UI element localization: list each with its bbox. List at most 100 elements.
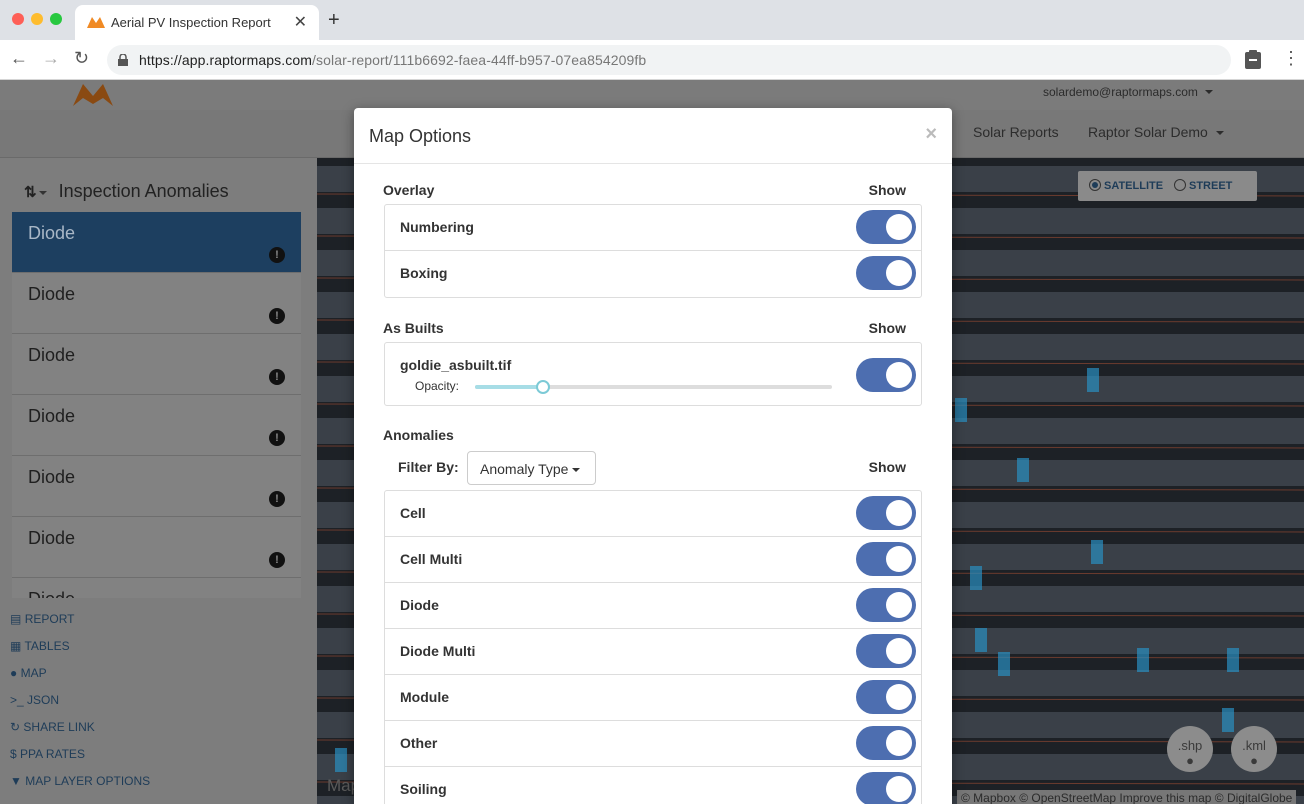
anomaly-marker[interactable] xyxy=(1222,708,1234,732)
raptormaps-logo-icon[interactable] xyxy=(73,82,113,106)
anomaly-row-soiling: Soiling xyxy=(385,767,921,804)
module-toggle[interactable] xyxy=(856,680,916,714)
maximize-window-icon[interactable] xyxy=(50,13,62,25)
new-tab-button[interactable]: + xyxy=(328,9,340,32)
anomaly-marker[interactable] xyxy=(1227,648,1239,672)
boxing-toggle[interactable] xyxy=(856,256,916,290)
exclamation-icon: ! xyxy=(269,369,285,385)
as-builts-section-title: As Builts xyxy=(383,320,444,336)
download-kml-button[interactable]: .kml ● xyxy=(1231,726,1277,772)
opacity-slider-handle[interactable] xyxy=(535,380,550,394)
list-item[interactable]: Diode! xyxy=(12,212,301,273)
anomaly-marker[interactable] xyxy=(1087,368,1099,392)
anomaly-row-other: Other xyxy=(385,721,921,767)
address-bar[interactable]: https://app.raptormaps.com/solar-report/… xyxy=(107,45,1231,75)
raptormaps-favicon-icon xyxy=(87,17,105,28)
nav-solar-reports[interactable]: Solar Reports xyxy=(973,124,1059,140)
anomaly-row-diode: Diode xyxy=(385,583,921,629)
anomaly-marker[interactable] xyxy=(998,652,1010,676)
modal-title: Map Options xyxy=(369,126,472,146)
sidebar-link-map[interactable]: ● MAP xyxy=(10,666,150,693)
anomaly-marker[interactable] xyxy=(1017,458,1029,482)
opacity-slider[interactable] xyxy=(475,380,832,394)
anomaly-type-group: Cell Cell Multi Diode Diode Multi Module… xyxy=(384,490,922,804)
back-icon[interactable]: ← xyxy=(10,48,28,69)
clipboard-icon[interactable] xyxy=(1245,50,1261,69)
tab-title: Aerial PV Inspection Report xyxy=(111,15,271,30)
close-icon[interactable]: × xyxy=(925,123,937,146)
map-attribution[interactable]: © Mapbox © OpenStreetMap Improve this ma… xyxy=(957,790,1297,804)
browser-tab-strip: Aerial PV Inspection Report ✕ + xyxy=(0,0,1304,40)
list-item[interactable]: Diode! xyxy=(12,517,301,578)
table-icon: ▦ xyxy=(10,639,22,653)
sort-icon[interactable]: ⇅ xyxy=(24,184,47,201)
show-column-header: Show xyxy=(868,320,906,336)
exclamation-icon: ! xyxy=(269,552,285,568)
opacity-slider-fill xyxy=(475,385,543,389)
dollar-icon: $ xyxy=(10,747,17,761)
exclamation-icon: ! xyxy=(269,247,285,263)
overlay-section-title: Overlay xyxy=(383,182,435,198)
basemap-switcher: SATELLITE STREET xyxy=(1078,171,1257,201)
anomaly-row-cell: Cell xyxy=(385,491,921,537)
list-item[interactable]: Diode xyxy=(12,578,301,598)
sidebar-links: ▤ REPORT ▦ TABLES ● MAP >_ JSON ↻ SHARE … xyxy=(10,612,150,801)
list-item[interactable]: Diode! xyxy=(12,395,301,456)
other-toggle[interactable] xyxy=(856,726,916,760)
basemap-street[interactable]: STREET xyxy=(1174,179,1232,192)
anomaly-filter-dropdown[interactable]: Anomaly Type xyxy=(467,451,596,485)
anomaly-marker[interactable] xyxy=(970,566,982,590)
sidebar-link-json[interactable]: >_ JSON xyxy=(10,693,150,720)
list-item[interactable]: Diode! xyxy=(12,334,301,395)
as-builts-group: goldie_asbuilt.tif Opacity: xyxy=(384,342,922,406)
diode-toggle[interactable] xyxy=(856,588,916,622)
basemap-satellite[interactable]: SATELLITE xyxy=(1089,179,1163,192)
show-column-header: Show xyxy=(868,182,906,198)
anomaly-marker[interactable] xyxy=(955,398,967,422)
reload-icon[interactable]: ↻ xyxy=(74,48,89,69)
exclamation-icon: ! xyxy=(269,491,285,507)
numbering-toggle[interactable] xyxy=(856,210,916,244)
filter-by-label: Filter By: xyxy=(398,459,459,475)
radio-icon xyxy=(1174,179,1186,191)
map-options-modal: Map Options × Overlay Show Numbering Box… xyxy=(354,108,952,804)
anomaly-marker[interactable] xyxy=(975,628,987,652)
close-window-icon[interactable] xyxy=(12,13,24,25)
browser-toolbar: ← → ↻ https://app.raptormaps.com/solar-r… xyxy=(0,40,1304,80)
soiling-toggle[interactable] xyxy=(856,772,916,804)
chevron-down-icon xyxy=(572,468,581,472)
cell-multi-toggle[interactable] xyxy=(856,542,916,576)
sidebar-link-tables[interactable]: ▦ TABLES xyxy=(10,639,150,666)
anomaly-marker[interactable] xyxy=(1137,648,1149,672)
anomalies-section-title: Anomalies xyxy=(383,427,454,443)
list-item[interactable]: Diode! xyxy=(12,456,301,517)
sidebar-title: ⇅ Inspection Anomalies xyxy=(24,181,229,201)
chevron-down-icon xyxy=(1205,90,1214,94)
report-icon: ▤ xyxy=(10,612,22,626)
chevron-down-icon xyxy=(1215,131,1224,135)
anomaly-marker[interactable] xyxy=(1091,540,1103,564)
browser-menu-icon[interactable]: ⋮ xyxy=(1282,48,1300,69)
sidebar-link-ppa-rates[interactable]: $ PPA RATES xyxy=(10,747,150,774)
minimize-window-icon[interactable] xyxy=(31,13,43,25)
terminal-icon: >_ xyxy=(10,693,24,707)
url-text: https://app.raptormaps.com/solar-report/… xyxy=(139,52,647,68)
cell-toggle[interactable] xyxy=(856,496,916,530)
forward-icon[interactable]: → xyxy=(42,48,60,69)
sidebar-link-map-layer-options[interactable]: ▼ MAP LAYER OPTIONS xyxy=(10,774,150,801)
anomaly-row-diode-multi: Diode Multi xyxy=(385,629,921,675)
user-menu[interactable]: solardemo@raptormaps.com xyxy=(1043,85,1214,99)
sidebar-link-report[interactable]: ▤ REPORT xyxy=(10,612,150,639)
tab-close-icon[interactable]: ✕ xyxy=(294,12,307,32)
browser-tab[interactable]: Aerial PV Inspection Report ✕ xyxy=(75,5,319,40)
modal-header: Map Options × xyxy=(354,108,952,164)
list-item[interactable]: Diode! xyxy=(12,273,301,334)
nav-account-menu[interactable]: Raptor Solar Demo xyxy=(1088,124,1224,140)
sidebar-link-share[interactable]: ↻ SHARE LINK xyxy=(10,720,150,747)
download-shp-button[interactable]: .shp ● xyxy=(1167,726,1213,772)
diode-multi-toggle[interactable] xyxy=(856,634,916,668)
show-column-header: Show xyxy=(868,459,906,475)
anomaly-row-module: Module xyxy=(385,675,921,721)
as-built-toggle[interactable] xyxy=(856,358,916,392)
anomaly-marker[interactable] xyxy=(335,748,347,772)
